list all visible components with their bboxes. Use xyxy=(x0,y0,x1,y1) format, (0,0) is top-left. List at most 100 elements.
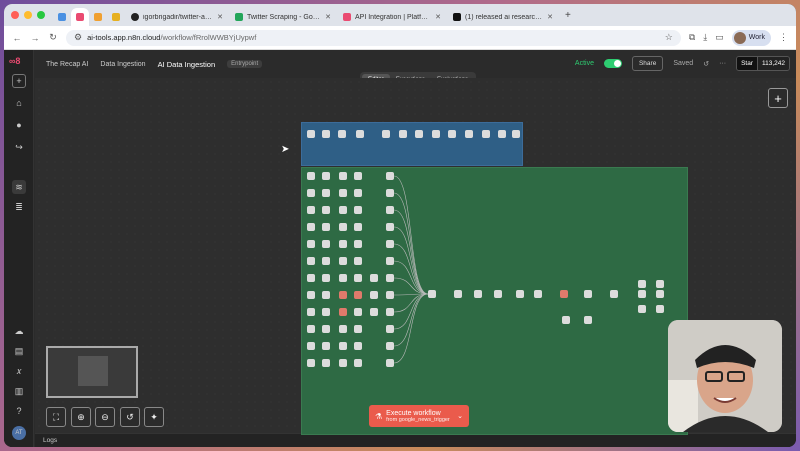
tab-api[interactable]: API Integration | Platform | Ap✕ xyxy=(337,8,447,26)
workflow-node[interactable] xyxy=(339,342,347,350)
workflow-node[interactable] xyxy=(494,290,502,298)
tab-4[interactable] xyxy=(107,8,125,26)
zoom-out-button[interactable]: ⊖ xyxy=(95,407,115,427)
forward-icon[interactable]: → xyxy=(30,33,40,43)
close-tab-icon[interactable]: ✕ xyxy=(435,13,441,21)
workflow-node[interactable] xyxy=(516,290,524,298)
workflow-node[interactable] xyxy=(656,305,664,313)
workflow-node[interactable] xyxy=(322,291,330,299)
add-node-button[interactable]: + xyxy=(768,88,788,108)
reload-icon[interactable]: ↻ xyxy=(48,32,58,43)
user-icon[interactable]: ● xyxy=(12,118,26,132)
bookmark-star-icon[interactable]: ☆ xyxy=(665,32,673,43)
more-options-icon[interactable]: ··· xyxy=(719,60,726,67)
add-icon[interactable]: + xyxy=(12,74,26,88)
workflow-node[interactable] xyxy=(322,274,330,282)
download-icon[interactable]: ⤓ xyxy=(703,32,707,43)
tidy-up-button[interactable]: ✦ xyxy=(144,407,164,427)
workflow-node[interactable] xyxy=(399,130,407,138)
close-tab-icon[interactable]: ✕ xyxy=(217,13,223,21)
workflow-node[interactable] xyxy=(656,280,664,288)
workflow-node[interactable] xyxy=(386,274,394,282)
workflow-node[interactable] xyxy=(638,280,646,288)
workflow-node[interactable] xyxy=(322,223,330,231)
workflow-node[interactable] xyxy=(322,342,330,350)
workflow-node[interactable] xyxy=(307,223,315,231)
workflow-node[interactable] xyxy=(482,130,490,138)
active-toggle[interactable] xyxy=(603,59,622,68)
n8n-logo-icon[interactable]: ∞8 xyxy=(9,56,29,66)
workflow-node[interactable] xyxy=(386,325,394,333)
reset-zoom-button[interactable]: ↺ xyxy=(120,407,140,427)
workflow-node[interactable] xyxy=(386,308,394,316)
workflow-node[interactable] xyxy=(382,130,390,138)
workflow-node[interactable] xyxy=(638,305,646,313)
workflow-node[interactable] xyxy=(610,290,618,298)
workflow-node[interactable] xyxy=(307,308,315,316)
workflow-node[interactable] xyxy=(339,257,347,265)
workflow-node[interactable] xyxy=(386,223,394,231)
zoom-in-button[interactable]: ⊕ xyxy=(71,407,91,427)
workflow-node[interactable] xyxy=(370,308,378,316)
workflow-node[interactable] xyxy=(354,257,362,265)
workflow-node[interactable] xyxy=(307,359,315,367)
workflow-node[interactable] xyxy=(656,290,664,298)
workflow-node[interactable] xyxy=(339,291,347,299)
close-window-button[interactable] xyxy=(11,11,19,19)
workflow-node[interactable] xyxy=(307,325,315,333)
workflow-node[interactable] xyxy=(307,240,315,248)
cloud-icon[interactable]: ☁ xyxy=(12,324,26,338)
share-button[interactable]: Share xyxy=(631,56,664,71)
new-tab-button[interactable]: + xyxy=(559,10,577,21)
workflow-node[interactable] xyxy=(339,189,347,197)
workflow-node[interactable] xyxy=(339,206,347,214)
logs-bar[interactable]: Logs xyxy=(35,433,796,447)
workflow-node[interactable] xyxy=(370,274,378,282)
site-info-icon[interactable]: ⚙ xyxy=(74,32,82,43)
close-tab-icon[interactable]: ✕ xyxy=(547,13,553,21)
maximize-window-button[interactable] xyxy=(37,11,45,19)
workflow-node[interactable] xyxy=(339,274,347,282)
workflow-node[interactable] xyxy=(465,130,473,138)
breadcrumb-project[interactable]: The Recap AI xyxy=(46,61,88,68)
share-icon[interactable]: ↪ xyxy=(12,140,26,154)
workflow-node[interactable] xyxy=(638,290,646,298)
tab-1[interactable] xyxy=(53,8,71,26)
workflow-node[interactable] xyxy=(322,325,330,333)
workflow-node[interactable] xyxy=(307,189,315,197)
workflow-node[interactable] xyxy=(386,342,394,350)
workflow-node[interactable] xyxy=(354,325,362,333)
workflow-node[interactable] xyxy=(354,172,362,180)
sticky-note-blue[interactable] xyxy=(301,122,523,166)
tab-x[interactable]: (1) released ai research paper ✕ xyxy=(447,8,559,26)
user-avatar-icon[interactable]: AT xyxy=(12,426,26,440)
workflow-node[interactable] xyxy=(386,257,394,265)
layers-icon[interactable]: ≋ xyxy=(12,180,26,194)
workflow-node[interactable] xyxy=(354,274,362,282)
workflow-node[interactable] xyxy=(307,172,315,180)
workflow-node[interactable] xyxy=(307,274,315,282)
workflow-node[interactable] xyxy=(322,206,330,214)
workflow-node[interactable] xyxy=(432,130,440,138)
breadcrumb-folder[interactable]: Data Ingestion xyxy=(100,61,145,68)
workflow-title[interactable]: AI Data Ingestion xyxy=(158,60,216,69)
workflow-node[interactable] xyxy=(584,316,592,324)
workflow-node[interactable] xyxy=(386,359,394,367)
workflow-node[interactable] xyxy=(560,290,568,298)
workflow-node[interactable] xyxy=(354,342,362,350)
workflow-node[interactable] xyxy=(474,290,482,298)
menu-icon[interactable]: ⋮ xyxy=(779,32,788,43)
profile-button[interactable]: Work xyxy=(731,29,771,46)
history-icon[interactable]: ↺ xyxy=(703,60,709,68)
workflow-node[interactable] xyxy=(307,291,315,299)
workflow-node[interactable] xyxy=(386,189,394,197)
workflow-node[interactable] xyxy=(448,130,456,138)
workflow-node[interactable] xyxy=(338,130,346,138)
tab-2[interactable]: ✕ xyxy=(71,8,89,26)
help-icon[interactable]: ? xyxy=(12,404,26,418)
close-tab-icon[interactable]: ✕ xyxy=(325,13,331,21)
workflow-node[interactable] xyxy=(428,290,436,298)
tab-sheets[interactable]: Twitter Scraping - Google Sh ✕ xyxy=(229,8,337,26)
workflow-node[interactable] xyxy=(322,359,330,367)
workflow-node[interactable] xyxy=(562,316,570,324)
